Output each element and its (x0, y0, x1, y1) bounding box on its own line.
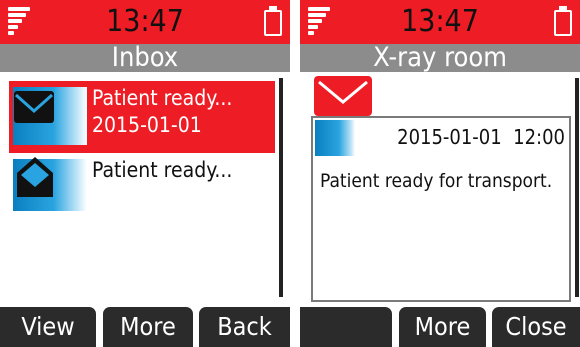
softkey-more-button[interactable]: More (103, 307, 193, 347)
message-list: Patient ready... 2015-01-01 Patient read… (0, 72, 290, 303)
softkey-bar: View More Back (0, 303, 290, 347)
softkey-close-button[interactable]: Close (492, 307, 580, 347)
message-date: 2015-01-01 (397, 125, 502, 149)
message-list-item-selected[interactable]: Patient ready... 2015-01-01 (9, 81, 275, 153)
clock: 13:47 (106, 4, 184, 39)
scrollbar[interactable] (575, 78, 579, 297)
battery-icon (264, 6, 282, 36)
message-subject: Patient ready... (92, 158, 233, 182)
message-timestamp: 2015-01-01 12:00 (397, 124, 565, 150)
status-bar: 13:47 (0, 0, 290, 44)
message-date: 2015-01-01 (92, 113, 202, 137)
softkey-view-button[interactable]: View (0, 307, 96, 347)
message-time: 12:00 (513, 125, 565, 149)
message-preview: Patient ready... (92, 157, 232, 184)
message-subject: Patient ready... (92, 86, 233, 110)
screen-title: X-ray room (300, 44, 580, 72)
scrollbar[interactable] (279, 78, 283, 297)
softkey-more-button[interactable]: More (399, 307, 486, 347)
clock: 13:47 (401, 4, 479, 39)
message-thumbnail (315, 120, 355, 156)
battery-icon (554, 6, 572, 36)
envelope-open-icon (17, 157, 53, 197)
message-body: Patient ready for transport. (320, 170, 553, 192)
softkey-bar: More Close (300, 303, 580, 347)
envelope-icon (314, 76, 372, 116)
message-detail-screen: 13:47 X-ray room 2015-01-01 12:00 Patien… (300, 0, 580, 347)
message-preview: Patient ready... 2015-01-01 (92, 85, 232, 139)
message-view: 2015-01-01 12:00 Patient ready for trans… (300, 72, 580, 303)
inbox-screen: 13:47 Inbox Patient ready... 2015-01-01 (0, 0, 290, 347)
message-list-item[interactable]: Patient ready... (9, 153, 275, 225)
status-bar: 13:47 (300, 0, 580, 44)
envelope-closed-icon (14, 91, 54, 123)
message-detail-box: 2015-01-01 12:00 Patient ready for trans… (311, 116, 571, 302)
softkey-empty-button[interactable] (300, 307, 392, 347)
softkey-back-button[interactable]: Back (199, 307, 290, 347)
screen-title: Inbox (0, 44, 290, 72)
